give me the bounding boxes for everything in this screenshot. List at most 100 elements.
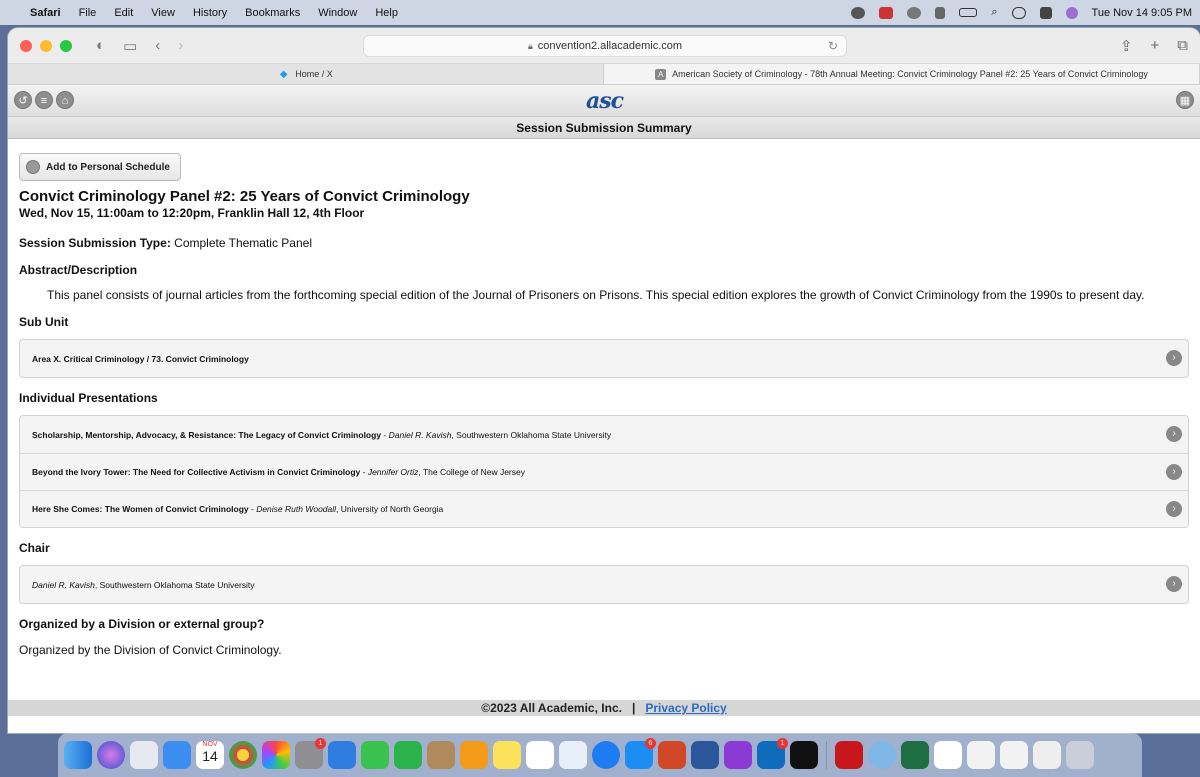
- asc-logo[interactable]: asc: [586, 88, 624, 114]
- chevron-right-icon[interactable]: ›: [1166, 501, 1182, 517]
- menu-app-name[interactable]: Safari: [30, 7, 61, 19]
- menubar-clock[interactable]: Tue Nov 14 9:05 PM: [1092, 7, 1192, 19]
- outlook-icon[interactable]: 1: [757, 738, 788, 769]
- pages-icon[interactable]: [460, 741, 488, 769]
- safari-icon[interactable]: [592, 741, 620, 769]
- migration-icon[interactable]: [868, 741, 896, 769]
- minimize-window-button[interactable]: [40, 39, 52, 52]
- menu-bookmarks[interactable]: Bookmarks: [245, 7, 300, 19]
- new-tab-icon[interactable]: +: [1151, 37, 1160, 55]
- notes-icon[interactable]: [493, 741, 521, 769]
- chevron-right-icon[interactable]: ›: [1166, 576, 1182, 592]
- presentation-affiliation: , The College of New Jersey: [418, 467, 525, 477]
- messages-icon[interactable]: [361, 741, 389, 769]
- mute-icon[interactable]: [935, 6, 946, 19]
- chevron-right-icon[interactable]: ›: [1166, 464, 1182, 480]
- dock: NOV 14 1 6 1: [58, 733, 1142, 777]
- status-app-icon[interactable]: [879, 6, 894, 19]
- status-record-icon[interactable]: [907, 6, 922, 19]
- notification-badge: 6: [645, 738, 656, 749]
- recent-document-icon[interactable]: [1033, 741, 1061, 769]
- mail-icon[interactable]: [163, 741, 191, 769]
- zoom-window-button[interactable]: [60, 39, 72, 52]
- acrobat-icon[interactable]: [835, 741, 863, 769]
- siri-icon[interactable]: [97, 741, 125, 769]
- allacademic-favicon-icon: A: [655, 68, 667, 80]
- calendar-month: NOV: [202, 741, 218, 748]
- preview-icon[interactable]: [559, 741, 587, 769]
- site-header: ↺ ≡ ⌂ asc ▦: [8, 85, 1200, 117]
- siri-icon[interactable]: [1065, 6, 1078, 19]
- chevron-right-icon[interactable]: ›: [1166, 426, 1182, 442]
- dock-separator: [826, 741, 827, 769]
- app-store-updates-icon[interactable]: 6: [625, 738, 656, 769]
- session-datetime: Wed, Nov 15, 11:00am to 12:20pm, Frankli…: [19, 206, 365, 220]
- app-store-icon[interactable]: [328, 741, 356, 769]
- url-text: convention2.allacademic.com: [537, 40, 683, 52]
- photos-icon[interactable]: [262, 741, 290, 769]
- submission-type-label: Session Submission Type:: [19, 236, 171, 250]
- presentation-item[interactable]: Scholarship, Mentorship, Advocacy, & Res…: [20, 416, 1188, 453]
- system-settings-icon[interactable]: 1: [295, 738, 326, 769]
- chrome-icon[interactable]: [229, 741, 257, 769]
- recent-document-icon[interactable]: [1000, 741, 1028, 769]
- share-icon[interactable]: ⇪: [1120, 37, 1133, 55]
- word-icon[interactable]: [691, 741, 719, 769]
- battery-icon[interactable]: [959, 8, 978, 17]
- excel-icon[interactable]: [901, 741, 929, 769]
- address-bar[interactable]: 🔒︎ convention2.allacademic.com ↻: [363, 35, 847, 57]
- freeform-icon[interactable]: [526, 741, 554, 769]
- chevron-right-icon[interactable]: ›: [1166, 350, 1182, 366]
- contacts-icon[interactable]: [427, 741, 455, 769]
- menu-edit[interactable]: Edit: [114, 7, 133, 19]
- recent-document-icon[interactable]: [934, 741, 962, 769]
- presentation-author: Denise Ruth Woodall: [256, 504, 337, 514]
- numbers-icon[interactable]: [394, 741, 422, 769]
- tab-label: Home / X: [295, 69, 333, 79]
- calendar-app-icon[interactable]: NOV 14: [196, 741, 224, 769]
- menu-circle-icon[interactable]: ≡: [35, 91, 53, 109]
- forward-icon[interactable]: ›: [178, 37, 183, 54]
- home-icon[interactable]: ⌂: [56, 91, 74, 109]
- presentation-item[interactable]: Here She Comes: The Women of Convict Cri…: [20, 490, 1188, 527]
- tab-asc-session[interactable]: A American Society of Criminology - 78th…: [604, 64, 1200, 84]
- menu-help[interactable]: Help: [375, 7, 398, 19]
- calendar-day: 14: [202, 748, 218, 764]
- subunit-item[interactable]: Area X. Critical Criminology / 73. Convi…: [20, 340, 1188, 377]
- menu-history[interactable]: History: [193, 7, 227, 19]
- add-to-schedule-button[interactable]: Add to Personal Schedule: [19, 153, 181, 181]
- apple-tv-icon[interactable]: [790, 741, 818, 769]
- powerpoint-icon[interactable]: [658, 741, 686, 769]
- chair-item[interactable]: Daniel R. Kavish, Southwestern Oklahoma …: [20, 566, 1188, 603]
- chair-list: Daniel R. Kavish, Southwestern Oklahoma …: [19, 565, 1189, 604]
- tab-overview-icon[interactable]: ⧉: [1177, 37, 1188, 55]
- reload-icon[interactable]: ↻: [828, 39, 838, 53]
- presentation-item[interactable]: Beyond the Ivory Tower: The Need for Col…: [20, 453, 1188, 490]
- sidebar-toggle-icon[interactable]: ▭: [123, 37, 137, 55]
- footer-separator: |: [631, 701, 636, 715]
- privacy-shield-icon[interactable]: ◐: [96, 37, 105, 54]
- menu-view[interactable]: View: [151, 7, 175, 19]
- tab-label: American Society of Criminology - 78th A…: [672, 69, 1148, 79]
- launchpad-icon[interactable]: [130, 741, 158, 769]
- toolbar-actions: ⇪ + ⧉: [1120, 37, 1188, 55]
- privacy-policy-link[interactable]: Privacy Policy: [645, 701, 726, 715]
- close-window-button[interactable]: [20, 39, 32, 52]
- spotlight-search-icon[interactable]: ⌕: [991, 6, 997, 19]
- control-center-icon[interactable]: [1039, 6, 1052, 19]
- status-eye-icon[interactable]: [851, 6, 866, 19]
- menu-file[interactable]: File: [79, 7, 97, 19]
- trash-icon[interactable]: [1066, 741, 1094, 769]
- screen-share-icon[interactable]: [1011, 6, 1026, 19]
- organized-heading: Organized by a Division or external grou…: [19, 617, 265, 631]
- calendar-circle-icon[interactable]: ▦: [1176, 91, 1194, 109]
- finder-icon[interactable]: [64, 741, 92, 769]
- add-to-schedule-label: Add to Personal Schedule: [46, 161, 170, 173]
- back-circle-icon[interactable]: ↺: [14, 91, 32, 109]
- podcasts-icon[interactable]: [724, 741, 752, 769]
- tab-home-x[interactable]: ◆ Home / X: [8, 64, 604, 84]
- back-icon[interactable]: ‹: [155, 37, 160, 54]
- menu-window[interactable]: Window: [318, 7, 357, 19]
- presentation-author: Jennifer Ortiz: [367, 467, 419, 477]
- recent-document-icon[interactable]: [967, 741, 995, 769]
